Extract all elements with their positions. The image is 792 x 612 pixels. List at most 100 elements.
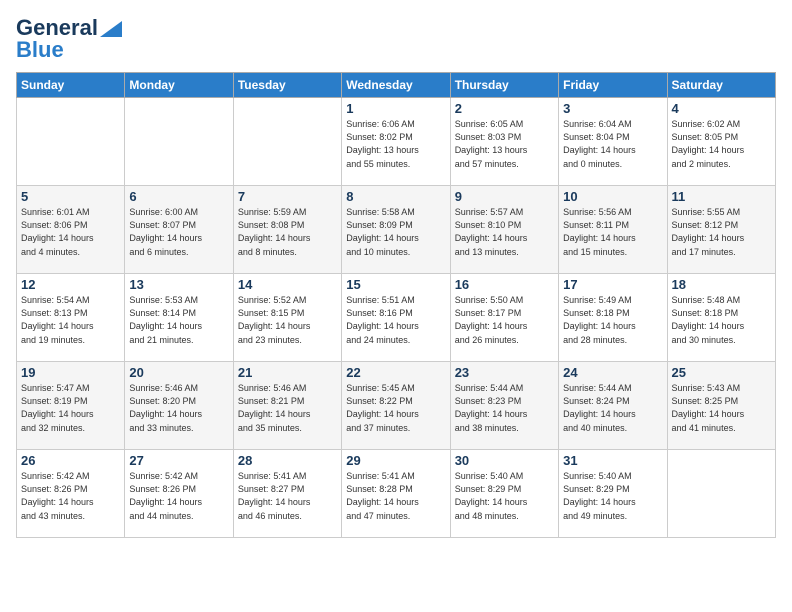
cell-info: Sunrise: 5:40 AMSunset: 8:29 PMDaylight:… [563,470,662,522]
day-number: 3 [563,101,662,116]
calendar-cell: 20 Sunrise: 5:46 AMSunset: 8:20 PMDayligh… [125,362,233,450]
day-number: 11 [672,189,771,204]
calendar-cell: 24 Sunrise: 5:44 AMSunset: 8:24 PMDayligh… [559,362,667,450]
logo-icon [100,21,122,37]
cell-info: Sunrise: 5:57 AMSunset: 8:10 PMDaylight:… [455,206,554,258]
calendar-cell: 14 Sunrise: 5:52 AMSunset: 8:15 PMDayligh… [233,274,341,362]
calendar-cell [125,98,233,186]
day-number: 25 [672,365,771,380]
cell-info: Sunrise: 5:47 AMSunset: 8:19 PMDaylight:… [21,382,120,434]
cell-info: Sunrise: 5:40 AMSunset: 8:29 PMDaylight:… [455,470,554,522]
dow-header: Monday [125,73,233,98]
calendar-cell: 18 Sunrise: 5:48 AMSunset: 8:18 PMDayligh… [667,274,775,362]
calendar-cell: 26Sunrise: 5:42 AMSunset: 8:26 PMDayligh… [17,450,125,538]
cell-info: Sunrise: 5:46 AMSunset: 8:21 PMDaylight:… [238,382,337,434]
calendar-cell: 5 Sunrise: 6:01 AMSunset: 8:06 PMDaylight… [17,186,125,274]
day-number: 14 [238,277,337,292]
calendar-cell: 17 Sunrise: 5:49 AMSunset: 8:18 PMDayligh… [559,274,667,362]
dow-header: Friday [559,73,667,98]
calendar-cell: 29 Sunrise: 5:41 AMSunset: 8:28 PMDayligh… [342,450,450,538]
day-number: 1 [346,101,445,116]
cell-info: Sunrise: 5:44 AMSunset: 8:24 PMDaylight:… [563,382,662,434]
cell-info: Sunrise: 5:55 AMSunset: 8:12 PMDaylight:… [672,206,771,258]
cell-info: Sunrise: 5:43 AMSunset: 8:25 PMDaylight:… [672,382,771,434]
dow-header: Thursday [450,73,558,98]
cell-info: Sunrise: 5:53 AMSunset: 8:14 PMDaylight:… [129,294,228,346]
calendar-cell [233,98,341,186]
day-number: 9 [455,189,554,204]
page-header: General Blue [16,16,776,62]
calendar-cell: 4 Sunrise: 6:02 AMSunset: 8:05 PMDaylight… [667,98,775,186]
day-number: 6 [129,189,228,204]
day-number: 26 [21,453,120,468]
day-number: 19 [21,365,120,380]
cell-info: Sunrise: 5:48 AMSunset: 8:18 PMDaylight:… [672,294,771,346]
cell-info: Sunrise: 5:59 AMSunset: 8:08 PMDaylight:… [238,206,337,258]
day-number: 30 [455,453,554,468]
calendar-cell: 3 Sunrise: 6:04 AMSunset: 8:04 PMDaylight… [559,98,667,186]
logo: General Blue [16,16,122,62]
cell-info: Sunrise: 6:06 AMSunset: 8:02 PMDaylight:… [346,118,445,170]
calendar-cell [667,450,775,538]
day-number: 8 [346,189,445,204]
calendar-cell: 12 Sunrise: 5:54 AMSunset: 8:13 PMDayligh… [17,274,125,362]
cell-info: Sunrise: 5:51 AMSunset: 8:16 PMDaylight:… [346,294,445,346]
cell-info: Sunrise: 5:54 AMSunset: 8:13 PMDaylight:… [21,294,120,346]
day-number: 17 [563,277,662,292]
day-number: 27 [129,453,228,468]
day-number: 7 [238,189,337,204]
calendar-cell: 16Sunrise: 5:50 AMSunset: 8:17 PMDayligh… [450,274,558,362]
day-number: 10 [563,189,662,204]
day-number: 29 [346,453,445,468]
day-number: 21 [238,365,337,380]
cell-info: Sunrise: 5:46 AMSunset: 8:20 PMDaylight:… [129,382,228,434]
cell-info: Sunrise: 5:58 AMSunset: 8:09 PMDaylight:… [346,206,445,258]
cell-info: Sunrise: 5:44 AMSunset: 8:23 PMDaylight:… [455,382,554,434]
cell-info: Sunrise: 6:01 AMSunset: 8:06 PMDaylight:… [21,206,120,258]
day-number: 18 [672,277,771,292]
cell-info: Sunrise: 6:04 AMSunset: 8:04 PMDaylight:… [563,118,662,170]
dow-header: Sunday [17,73,125,98]
cell-info: Sunrise: 6:02 AMSunset: 8:05 PMDaylight:… [672,118,771,170]
cell-info: Sunrise: 6:05 AMSunset: 8:03 PMDaylight:… [455,118,554,170]
cell-info: Sunrise: 5:42 AMSunset: 8:26 PMDaylight:… [129,470,228,522]
calendar-cell: 6Sunrise: 6:00 AMSunset: 8:07 PMDaylight… [125,186,233,274]
calendar-cell: 22 Sunrise: 5:45 AMSunset: 8:22 PMDayligh… [342,362,450,450]
calendar-cell: 28Sunrise: 5:41 AMSunset: 8:27 PMDayligh… [233,450,341,538]
logo-blue-text: Blue [16,38,64,62]
day-number: 31 [563,453,662,468]
day-number: 22 [346,365,445,380]
day-number: 13 [129,277,228,292]
calendar-cell: 13 Sunrise: 5:53 AMSunset: 8:14 PMDayligh… [125,274,233,362]
calendar-cell: 7 Sunrise: 5:59 AMSunset: 8:08 PMDaylight… [233,186,341,274]
day-number: 4 [672,101,771,116]
calendar-cell: 10Sunrise: 5:56 AMSunset: 8:11 PMDayligh… [559,186,667,274]
calendar-cell: 9 Sunrise: 5:57 AMSunset: 8:10 PMDaylight… [450,186,558,274]
day-number: 16 [455,277,554,292]
calendar-cell: 8 Sunrise: 5:58 AMSunset: 8:09 PMDaylight… [342,186,450,274]
calendar-cell: 21 Sunrise: 5:46 AMSunset: 8:21 PMDayligh… [233,362,341,450]
calendar-cell: 30 Sunrise: 5:40 AMSunset: 8:29 PMDayligh… [450,450,558,538]
day-number: 2 [455,101,554,116]
calendar-cell: 27 Sunrise: 5:42 AMSunset: 8:26 PMDayligh… [125,450,233,538]
calendar-cell: 23 Sunrise: 5:44 AMSunset: 8:23 PMDayligh… [450,362,558,450]
day-number: 5 [21,189,120,204]
cell-info: Sunrise: 5:52 AMSunset: 8:15 PMDaylight:… [238,294,337,346]
cell-info: Sunrise: 5:41 AMSunset: 8:28 PMDaylight:… [346,470,445,522]
cell-info: Sunrise: 5:49 AMSunset: 8:18 PMDaylight:… [563,294,662,346]
calendar-cell [17,98,125,186]
day-number: 24 [563,365,662,380]
calendar-cell: 19 Sunrise: 5:47 AMSunset: 8:19 PMDayligh… [17,362,125,450]
day-number: 28 [238,453,337,468]
cell-info: Sunrise: 5:45 AMSunset: 8:22 PMDaylight:… [346,382,445,434]
calendar-cell: 31 Sunrise: 5:40 AMSunset: 8:29 PMDayligh… [559,450,667,538]
calendar-cell: 25 Sunrise: 5:43 AMSunset: 8:25 PMDayligh… [667,362,775,450]
day-number: 15 [346,277,445,292]
calendar-cell: 1 Sunrise: 6:06 AMSunset: 8:02 PMDaylight… [342,98,450,186]
day-number: 12 [21,277,120,292]
day-number: 20 [129,365,228,380]
day-number: 23 [455,365,554,380]
calendar-cell: 15 Sunrise: 5:51 AMSunset: 8:16 PMDayligh… [342,274,450,362]
dow-header: Wednesday [342,73,450,98]
dow-header: Saturday [667,73,775,98]
